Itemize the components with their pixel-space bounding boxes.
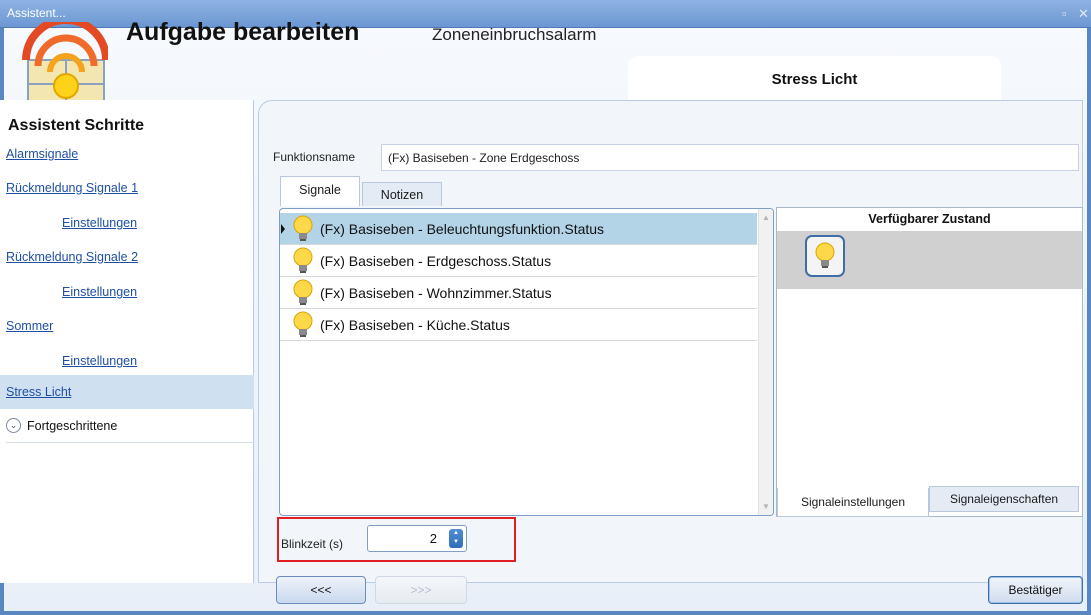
page-title: Aufgabe bearbeiten — [126, 18, 360, 46]
tab-notizen[interactable]: Notizen — [362, 182, 442, 206]
blink-time-value: 2 — [429, 531, 437, 546]
next-button[interactable]: >>> — [375, 576, 467, 604]
sidebar-heading: Assistent Schritte — [8, 117, 145, 134]
list-item[interactable]: (Fx) Basiseben - Beleuchtungsfunktion.St… — [280, 213, 757, 245]
available-state-panel: Verfügbarer Zustand — [776, 207, 1083, 517]
restore-icon[interactable]: ▫ — [1062, 7, 1067, 20]
lightbulb-icon — [293, 215, 313, 241]
scroll-up-icon[interactable]: ▲ — [762, 213, 770, 222]
sidebar-item-alarmsignale[interactable]: Alarmsignale — [6, 137, 254, 171]
sidebar-item-einstellungen-1[interactable]: Einstellungen — [62, 206, 252, 240]
wizard-steps-sidebar: Assistent Schritte Alarmsignale Rückmeld… — [0, 100, 254, 583]
lightbulb-icon — [293, 247, 313, 273]
vertical-scrollbar[interactable]: ▲ ▼ — [758, 209, 773, 515]
signal-label: (Fx) Basiseben - Küche.Status — [320, 316, 510, 333]
signal-list: (Fx) Basiseben - Beleuchtungsfunktion.St… — [279, 208, 774, 516]
spinner-arrows-icon[interactable]: ▲ ▼ — [449, 529, 463, 548]
list-item[interactable]: (Fx) Basiseben - Erdgeschoss.Status — [280, 245, 757, 277]
sidebar-item-rueckmeldung-2[interactable]: Rückmeldung Signale 2 — [6, 240, 254, 274]
close-icon[interactable]: ✕ — [1078, 7, 1089, 20]
page-subtitle: Zoneneinbruchsalarm — [432, 25, 597, 44]
function-name-field[interactable]: (Fx) Basiseben - Zone Erdgeschoss — [381, 144, 1079, 171]
list-item[interactable]: (Fx) Basiseben - Küche.Status — [280, 309, 757, 341]
lightbulb-icon — [293, 279, 313, 305]
chevron-down-icon: ⌄ — [6, 418, 21, 433]
window-title: Assistent... — [7, 6, 66, 20]
lightbulb-icon — [815, 242, 835, 268]
advanced-toggle[interactable]: ⌄ Fortgeschrittene — [6, 409, 254, 443]
sidebar-item-rueckmeldung-1[interactable]: Rückmeldung Signale 1 — [6, 171, 254, 205]
sidebar-item-stress-licht[interactable]: Stress Licht — [0, 375, 254, 409]
scroll-down-icon[interactable]: ▼ — [762, 502, 770, 511]
signal-label: (Fx) Basiseben - Beleuchtungsfunktion.St… — [320, 220, 605, 237]
row-marker — [280, 213, 286, 244]
tab-signaleinstellungen[interactable]: Signaleinstellungen — [777, 488, 929, 517]
section-tab: Stress Licht — [628, 56, 1001, 102]
sidebar-item-einstellungen-3[interactable]: Einstellungen — [62, 344, 252, 378]
state-button[interactable] — [805, 235, 845, 277]
state-panel-heading: Verfügbarer Zustand — [868, 212, 991, 226]
sidebar-item-sommer[interactable]: Sommer — [6, 309, 254, 343]
alarm-logo-icon — [22, 22, 108, 107]
signal-label: (Fx) Basiseben - Erdgeschoss.Status — [320, 252, 552, 269]
tab-signaleigenschaften[interactable]: Signaleigenschaften — [929, 486, 1079, 512]
function-name-label: Funktionsname — [273, 150, 356, 164]
advanced-label: Fortgeschrittene — [27, 418, 118, 433]
tab-signale[interactable]: Signale — [280, 176, 360, 206]
state-row — [777, 231, 1082, 289]
signal-label: (Fx) Basiseben - Wohnzimmer.Status — [320, 284, 552, 301]
list-item[interactable]: (Fx) Basiseben - Wohnzimmer.Status — [280, 277, 757, 309]
blink-time-stepper[interactable]: 2 ▲ ▼ — [367, 525, 467, 552]
back-button[interactable]: <<< — [276, 576, 366, 604]
blink-time-label: Blinkzeit (s) — [281, 537, 344, 551]
confirm-button[interactable]: Bestätiger — [988, 576, 1083, 604]
sidebar-item-einstellungen-2[interactable]: Einstellungen — [62, 275, 252, 309]
lightbulb-icon — [293, 311, 313, 337]
